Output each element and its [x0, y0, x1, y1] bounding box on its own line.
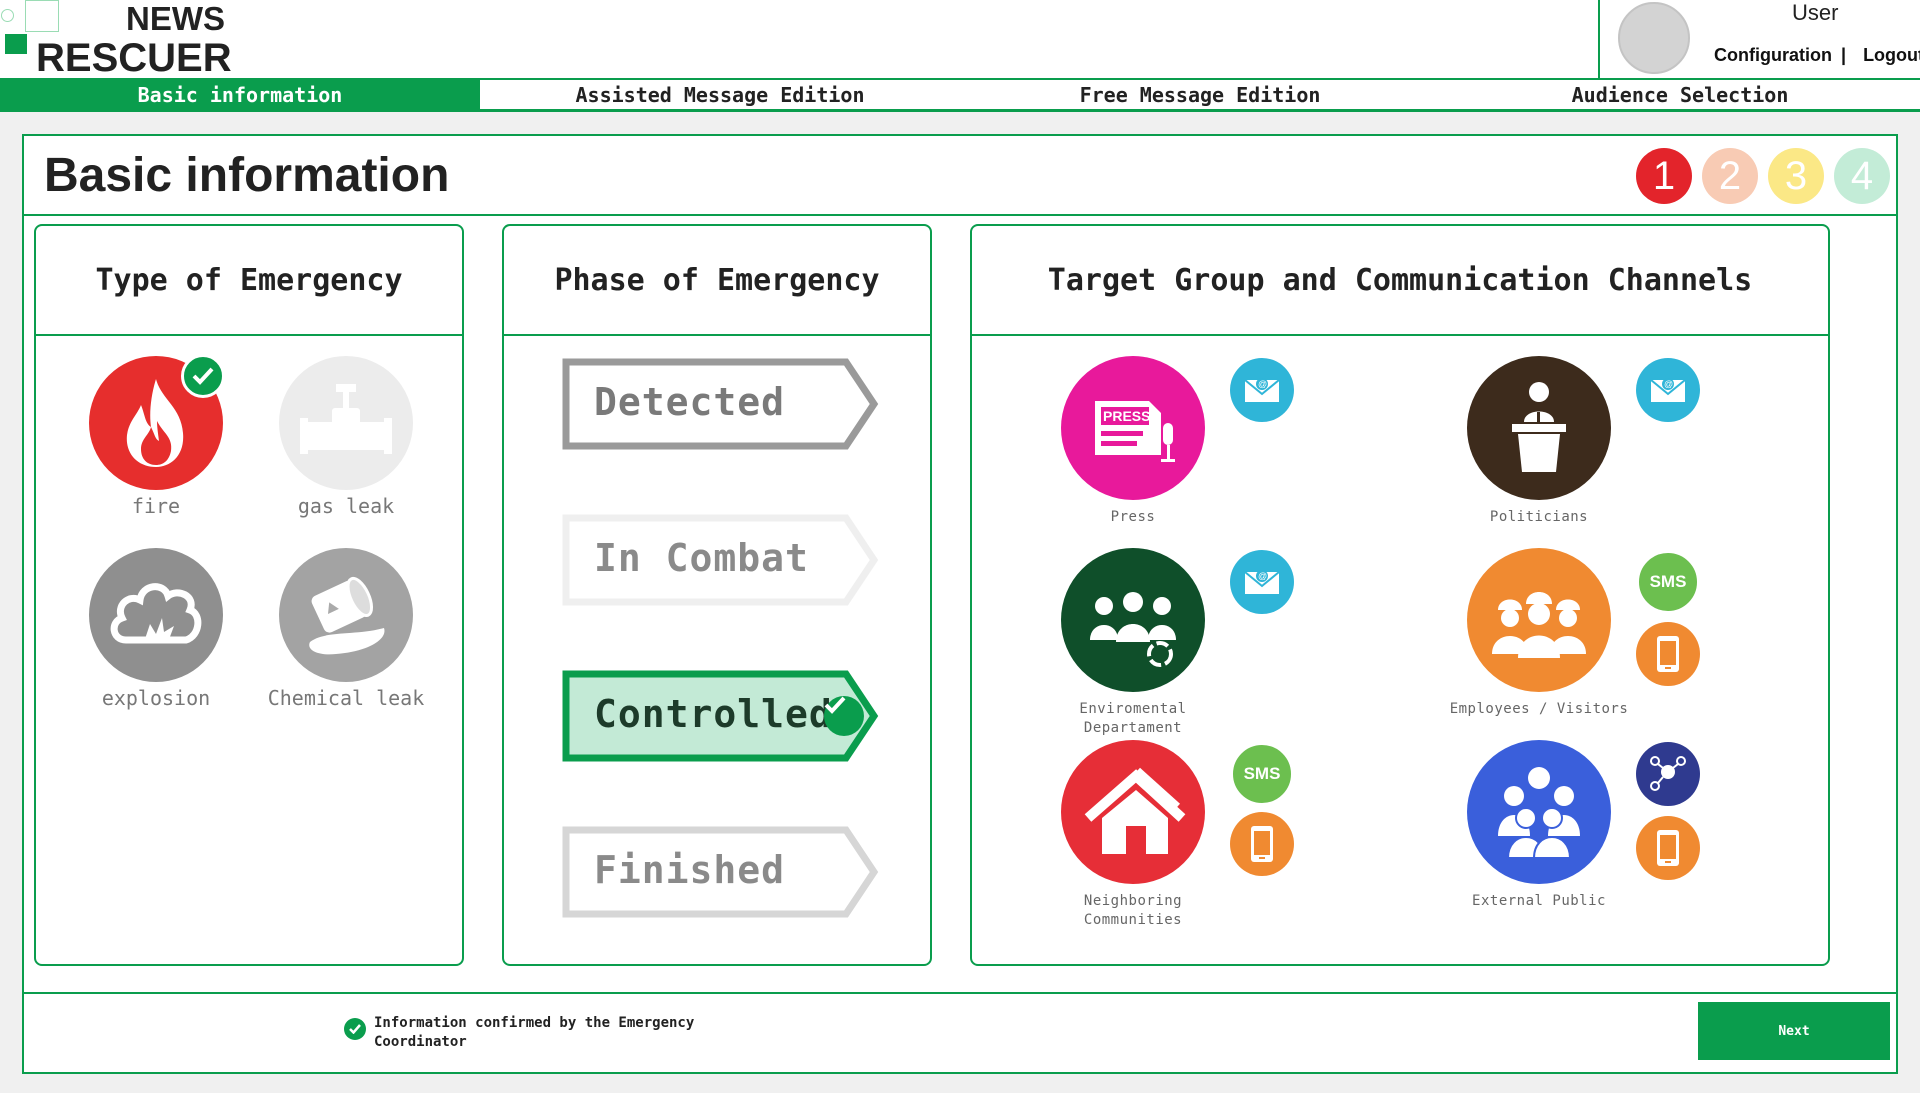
- sms-label: SMS: [1649, 572, 1687, 591]
- mobile-app-icon[interactable]: [1636, 816, 1700, 880]
- main-content: Basic information 1 2 3 4 Type of Emerge…: [22, 134, 1898, 994]
- tab-assisted-message-edition[interactable]: Assisted Message Edition: [480, 80, 960, 109]
- selected-check-icon: [181, 354, 225, 398]
- target-group-external-public[interactable]: External Public: [1444, 740, 1634, 911]
- svg-text:@: @: [1258, 571, 1267, 581]
- page-title: Basic information: [44, 149, 450, 202]
- workers-icon[interactable]: [1467, 548, 1611, 692]
- target-groups-title: Target Group and Communication Channels: [972, 226, 1828, 336]
- user-links-separator: |: [1841, 45, 1847, 65]
- chemical-barrel-icon[interactable]: [279, 548, 413, 682]
- phase-finished[interactable]: Finished: [562, 826, 882, 918]
- sms-label: SMS: [1243, 764, 1281, 783]
- user-name: User: [1792, 0, 1839, 25]
- emergency-type-fire[interactable]: fire: [66, 354, 246, 518]
- tab-audience-selection[interactable]: Audience Selection: [1440, 80, 1920, 109]
- target-group-label: Press: [1110, 509, 1156, 525]
- target-group-environmental-department[interactable]: Enviromental Departament: [1038, 548, 1228, 738]
- check-icon: [344, 1018, 366, 1040]
- target-group-label: Neighboring Communities: [1083, 893, 1183, 928]
- emergency-type-gas-leak[interactable]: gas leak: [256, 356, 436, 518]
- configuration-link[interactable]: Configuration: [1714, 45, 1832, 65]
- email-icon[interactable]: @: [1636, 358, 1700, 422]
- target-group-neighboring-communities[interactable]: Neighboring Communities: [1038, 740, 1228, 930]
- house-icon[interactable]: [1061, 740, 1205, 884]
- phase-controlled[interactable]: Controlled: [562, 670, 882, 762]
- sms-icon[interactable]: SMS: [1636, 550, 1700, 614]
- gas-valve-icon[interactable]: [279, 356, 413, 490]
- svg-text:@: @: [1664, 379, 1673, 389]
- target-groups-panel: Target Group and Communication Channels …: [970, 224, 1830, 966]
- emergency-phase-title: Phase of Emergency: [504, 226, 930, 336]
- phase-label: Finished: [594, 848, 786, 892]
- step-indicator-1[interactable]: 1: [1636, 148, 1692, 204]
- phase-label: Detected: [594, 380, 786, 424]
- emergency-type-label: fire: [131, 494, 181, 518]
- emergency-type-label: explosion: [101, 686, 211, 710]
- phase-label: Controlled: [594, 692, 833, 736]
- emergency-type-explosion[interactable]: explosion: [66, 548, 246, 710]
- phase-label: In Combat: [594, 536, 809, 580]
- emergency-phase-panel: Phase of Emergency Detected In Combat Co…: [502, 224, 932, 966]
- user-links: Configuration | Logout: [1714, 45, 1920, 66]
- crowd-icon[interactable]: [1467, 740, 1611, 884]
- sms-icon[interactable]: SMS: [1230, 742, 1294, 806]
- email-icon[interactable]: @: [1230, 358, 1294, 422]
- emergency-type-label: gas leak: [297, 494, 395, 518]
- target-group-label: Employees / Visitors: [1449, 701, 1629, 717]
- emergency-type-chemical-leak[interactable]: Chemical leak: [256, 548, 436, 710]
- explosion-icon[interactable]: [89, 548, 223, 682]
- target-group-label: Politicians: [1489, 509, 1589, 525]
- confirmation-note: Information confirmed by the Emergency C…: [344, 1014, 754, 1052]
- target-group-politicians[interactable]: Politicians: [1444, 356, 1634, 527]
- step-indicator-4[interactable]: 4: [1834, 148, 1890, 204]
- target-group-employees-visitors[interactable]: Employees / Visitors: [1444, 548, 1634, 719]
- svg-text:PRESS: PRESS: [1103, 408, 1150, 424]
- title-bar: Basic information 1 2 3 4: [24, 136, 1896, 216]
- next-button[interactable]: Next: [1698, 1002, 1890, 1060]
- step-indicator-2[interactable]: 2: [1702, 148, 1758, 204]
- target-group-press[interactable]: PRESS Press: [1038, 356, 1228, 527]
- footer-bar: Information confirmed by the Emergency C…: [22, 994, 1898, 1074]
- logout-link[interactable]: Logout: [1863, 45, 1920, 65]
- phase-detected[interactable]: Detected: [562, 358, 882, 450]
- svg-text:@: @: [1258, 379, 1267, 389]
- email-icon[interactable]: @: [1230, 550, 1294, 614]
- avatar[interactable]: [1618, 2, 1690, 74]
- target-group-label: External Public: [1472, 893, 1606, 909]
- environment-team-icon[interactable]: [1061, 548, 1205, 692]
- fire-icon[interactable]: [89, 354, 225, 490]
- tab-basic-information[interactable]: Basic information: [0, 80, 480, 109]
- press-icon[interactable]: PRESS: [1061, 356, 1205, 500]
- emergency-type-label: Chemical leak: [267, 686, 425, 710]
- mobile-app-icon[interactable]: [1636, 622, 1700, 686]
- mobile-app-icon[interactable]: [1230, 812, 1294, 876]
- wizard-tabs: Basic information Assisted Message Editi…: [0, 78, 1920, 112]
- app-header: NEWS RESCUER User Configuration | Logout: [0, 0, 1920, 78]
- phase-in-combat[interactable]: In Combat: [562, 514, 882, 606]
- confirmation-text: Information confirmed by the Emergency C…: [374, 1015, 695, 1050]
- emergency-type-title: Type of Emergency: [36, 226, 462, 336]
- user-area: User Configuration | Logout: [1598, 0, 1920, 78]
- logo-line2: RESCUER: [36, 36, 232, 80]
- logo-line1: NEWS: [126, 0, 225, 37]
- podium-speaker-icon[interactable]: [1467, 356, 1611, 500]
- selected-check-icon: [824, 696, 864, 736]
- step-indicator-3[interactable]: 3: [1768, 148, 1824, 204]
- social-network-icon[interactable]: [1636, 742, 1700, 806]
- tab-free-message-edition[interactable]: Free Message Edition: [960, 80, 1440, 109]
- emergency-type-panel: Type of Emergency fire gas leak explosio…: [34, 224, 464, 966]
- target-group-label: Enviromental Departament: [1079, 701, 1187, 736]
